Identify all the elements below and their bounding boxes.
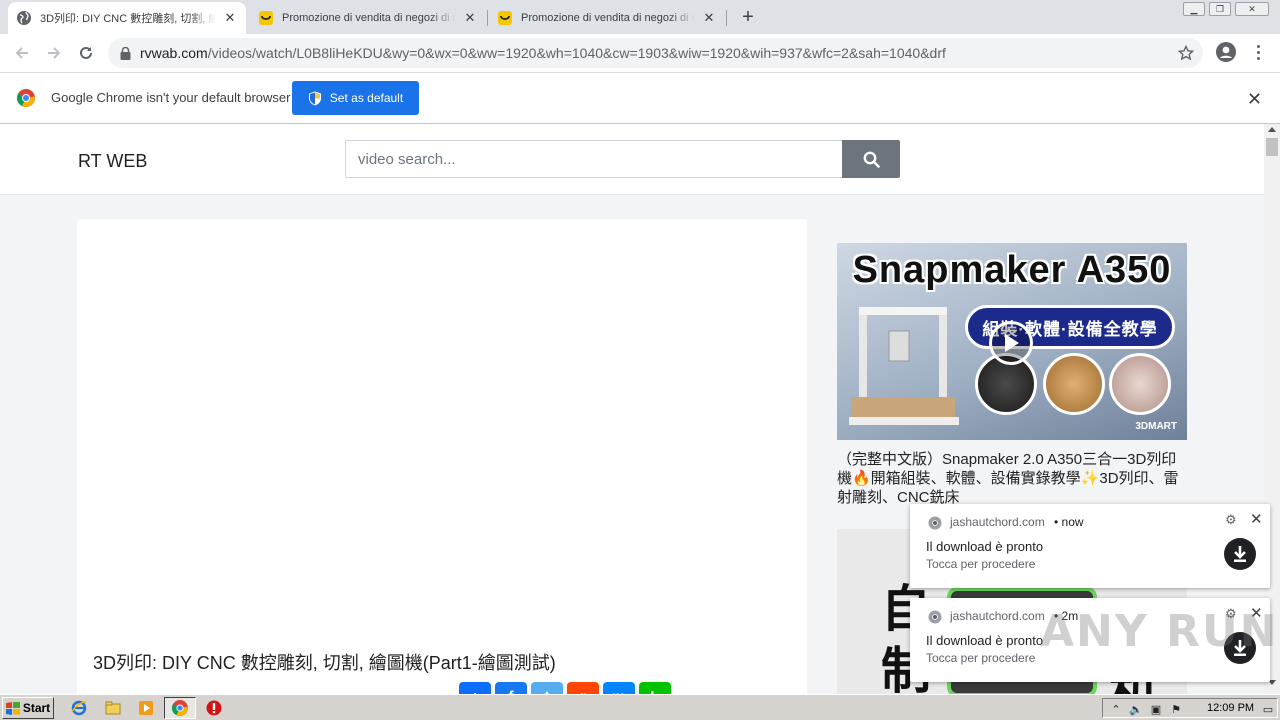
thumbnail-brand: 3DMART xyxy=(1135,421,1177,432)
tab-title: Promozione di vendita di negozi di moda xyxy=(282,12,456,24)
system-tray: ⌃ 🔈 ▣ ⚑ 12:09 PM ▭ xyxy=(1102,698,1278,718)
tab-close-icon[interactable]: ✕ xyxy=(222,10,238,26)
taskbar-clock[interactable]: 12:09 PM xyxy=(1207,702,1254,714)
smile-icon xyxy=(497,10,513,26)
download-icon[interactable] xyxy=(1224,538,1256,570)
new-tab-button[interactable]: + xyxy=(736,5,760,29)
browser-toolbar: rvwab.com/videos/watch/L0B8liHeKDU&wy=0&… xyxy=(0,34,1280,72)
printer-illustration xyxy=(849,307,959,425)
thumbnail-circle xyxy=(1109,353,1171,415)
notification-time-value: now xyxy=(1061,515,1084,529)
tab-promo-2[interactable]: Promozione di vendita di negozi di moda … xyxy=(489,2,725,34)
video-player-card[interactable]: 3D列印: DIY CNC 數控雕刻, 切割, 繪圖機(Part1-繪圖測試) … xyxy=(77,219,807,694)
chrome-origin-icon xyxy=(928,516,942,530)
chrome-origin-icon xyxy=(928,610,942,624)
back-arrow-icon xyxy=(15,47,28,59)
globe-icon xyxy=(16,10,32,26)
infobar-message: Google Chrome isn't your default browser xyxy=(51,90,291,105)
set-as-default-button[interactable]: Set as default xyxy=(292,81,419,115)
twitter-icon[interactable]: t xyxy=(531,682,563,694)
chrome-menu-icon[interactable] xyxy=(1250,42,1266,62)
internet-explorer-icon[interactable] xyxy=(70,699,88,717)
file-explorer-icon[interactable] xyxy=(104,699,122,717)
action-center-flag-icon[interactable]: ⚑ xyxy=(1169,702,1183,716)
share-icon[interactable]: + xyxy=(459,682,491,694)
url-path: /videos/watch/L0B8liHeKDU&wy=0&wx=0&ww=1… xyxy=(207,45,946,61)
minimize-button[interactable]: ▁ xyxy=(1183,2,1205,16)
start-button[interactable]: Start xyxy=(2,697,54,719)
uac-shield-icon xyxy=(308,91,321,105)
line-icon[interactable]: L xyxy=(639,682,671,694)
site-header: RT WEB xyxy=(0,124,1264,195)
reddit-icon[interactable]: r xyxy=(567,682,599,694)
notification-body: Tocca per procedere xyxy=(926,651,1036,665)
facebook-icon[interactable]: f xyxy=(495,682,527,694)
security-alert-icon[interactable] xyxy=(205,699,223,717)
share-buttons: + f t r m L xyxy=(459,682,671,694)
notification-body: Tocca per procedere xyxy=(926,557,1036,571)
play-icon[interactable] xyxy=(989,321,1033,365)
watermark: ANY RUN xyxy=(1040,606,1279,657)
windows-taskbar: Start ⌃ 🔈 ▣ ⚑ 12:09 PM ▭ xyxy=(0,694,1280,720)
infobar-close-icon[interactable]: ✕ xyxy=(1247,89,1262,110)
address-bar[interactable]: rvwab.com/videos/watch/L0B8liHeKDU&wy=0&… xyxy=(108,38,1203,68)
chrome-taskbar-icon[interactable] xyxy=(171,699,189,717)
window-close-button[interactable]: ✕ xyxy=(1235,2,1269,16)
messenger-icon[interactable]: m xyxy=(603,682,635,694)
tab-separator xyxy=(487,10,488,26)
scroll-up-arrow-icon[interactable] xyxy=(1268,127,1276,132)
windows-logo-icon xyxy=(5,701,20,715)
notification-origin: jashautchord.com xyxy=(950,609,1045,623)
thumbnail-headline: Snapmaker A350 xyxy=(852,249,1172,291)
volume-icon[interactable]: 🔈 xyxy=(1129,702,1143,716)
reload-icon xyxy=(80,46,92,59)
smile-icon xyxy=(258,10,274,26)
notification-title: Il download è pronto xyxy=(926,539,1044,554)
forward-button[interactable] xyxy=(42,41,66,65)
media-player-icon[interactable] xyxy=(137,699,155,717)
profile-avatar-icon[interactable] xyxy=(1216,42,1236,62)
sidebar-video-thumbnail[interactable]: Snapmaker A350 組裝·軟體·設備全教學 3DMART xyxy=(837,243,1187,440)
set-as-default-label: Set as default xyxy=(329,91,404,105)
lock-icon[interactable] xyxy=(118,46,132,60)
thumbnail-circle xyxy=(1043,353,1105,415)
close-icon[interactable]: ✕ xyxy=(1250,510,1263,528)
tab-close-icon[interactable]: ✕ xyxy=(462,10,478,26)
start-label: Start xyxy=(22,701,51,715)
url-text: rvwab.com/videos/watch/L0B8liHeKDU&wy=0&… xyxy=(140,45,946,61)
gear-icon[interactable]: ⚙ xyxy=(1225,512,1237,528)
site-brand[interactable]: RT WEB xyxy=(78,151,147,172)
show-desktop-icon[interactable]: ▭ xyxy=(1261,702,1275,716)
sidebar-video-title[interactable]: （完整中文版）Snapmaker 2.0 A350三合一3D列印機🔥開箱組裝、軟… xyxy=(837,450,1187,507)
notification-title: Il download è pronto xyxy=(926,633,1044,648)
restore-button[interactable]: ❐ xyxy=(1209,2,1231,16)
scrollbar-thumb[interactable] xyxy=(1266,138,1278,156)
tab-separator xyxy=(726,10,727,26)
tab-promo-1[interactable]: Promozione di vendita di negozi di moda … xyxy=(250,2,486,34)
notification-time: • now xyxy=(1054,515,1084,529)
video-title: 3D列印: DIY CNC 數控雕刻, 切割, 繪圖機(Part1-繪圖測試) xyxy=(93,653,556,673)
back-button[interactable] xyxy=(10,41,34,65)
notification-origin: jashautchord.com xyxy=(950,515,1045,529)
forward-arrow-icon xyxy=(48,47,61,59)
url-host: rvwab.com xyxy=(140,45,208,61)
tab-active[interactable]: 3D列印: DIY CNC 數控雕刻, 切割, 繪圖機 ✕ xyxy=(8,2,246,34)
default-browser-infobar: Google Chrome isn't your default browser… xyxy=(0,72,1280,124)
bookmark-star-icon[interactable] xyxy=(1177,44,1195,62)
tab-close-icon[interactable]: ✕ xyxy=(701,10,717,26)
video-search-input[interactable] xyxy=(345,140,843,178)
tab-title: 3D列印: DIY CNC 數控雕刻, 切割, 繪圖機 xyxy=(40,13,216,25)
tab-strip: 3D列印: DIY CNC 數控雕刻, 切割, 繪圖機 ✕ Promozione… xyxy=(0,0,1280,34)
reload-button[interactable] xyxy=(74,41,98,65)
tray-expand-icon[interactable]: ⌃ xyxy=(1109,702,1123,716)
search-button[interactable] xyxy=(842,140,900,178)
download-notification[interactable]: jashautchord.com • now ⚙ ✕ Il download è… xyxy=(910,504,1270,588)
search-icon xyxy=(863,151,880,168)
network-icon[interactable]: ▣ xyxy=(1149,702,1163,716)
tab-title: Promozione di vendita di negozi di moda xyxy=(521,12,695,24)
chrome-logo-icon xyxy=(17,89,35,107)
